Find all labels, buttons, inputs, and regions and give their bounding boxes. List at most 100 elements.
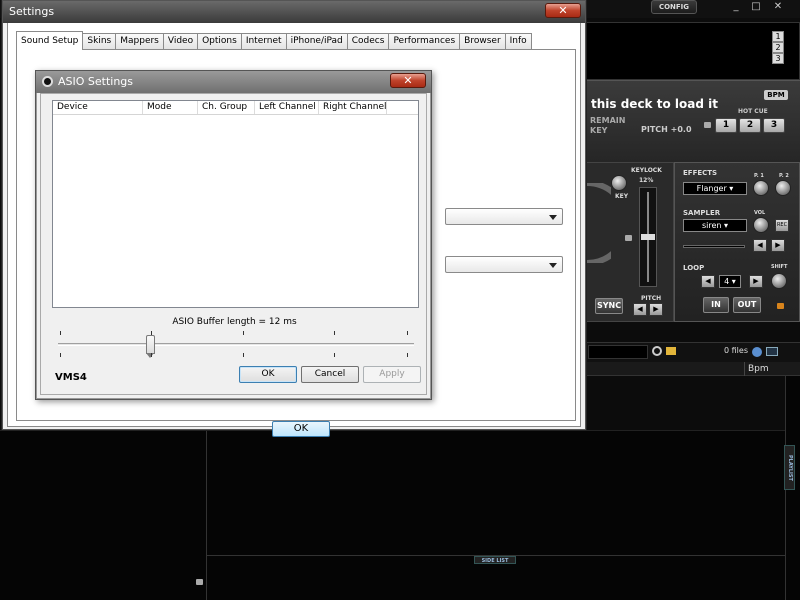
loop-in-button[interactable]: IN [703,297,729,313]
outputs-combo[interactable] [445,256,563,273]
deck-select-1[interactable]: 1 [772,31,784,42]
sampler-vol-knob[interactable] [753,217,769,233]
tab-video[interactable]: Video [162,33,199,50]
hot-cue-2-button[interactable]: 2 [739,118,761,133]
column-right-channel[interactable]: Right Channel [319,101,387,114]
buffer-slider-track[interactable] [58,343,414,346]
effect-select[interactable]: Flanger ▾ [683,182,747,195]
slider-tick [60,331,61,335]
loop-length-select[interactable]: 4 ▾ [719,275,741,288]
files-count: 0 files [724,346,748,355]
remain-key-label: REMAIN KEY [590,116,625,136]
slider-ticks-top [60,331,412,336]
pitch-slider[interactable] [639,187,657,287]
sampler-select-value: siren [701,221,722,230]
deck-select-3[interactable]: 3 [772,53,784,64]
hot-cue-3-button[interactable]: 3 [763,118,785,133]
track-list[interactable] [207,430,785,555]
buffer-slider-thumb[interactable] [146,335,156,358]
tab-skins[interactable]: Skins [82,33,117,50]
deck-select-2[interactable]: 2 [772,42,784,53]
effects-label: EFFECTS [683,169,718,177]
close-app-button[interactable]: ✕ [768,0,788,14]
maximize-button[interactable]: □ [746,0,766,14]
slider-tick [407,331,408,335]
tab-internet[interactable]: Internet [240,33,287,50]
column-mode[interactable]: Mode [143,101,198,114]
side-list-tab[interactable]: SIDE LIST [474,556,516,564]
pitch-down-button[interactable]: ◀ [633,303,647,316]
column-device[interactable]: Device [53,101,143,114]
keylock-label: KEYLOCK [631,167,662,174]
column-ch-group[interactable]: Ch. Group [198,101,255,114]
sync-button[interactable]: SYNC [595,298,623,314]
sampler-select[interactable]: siren ▾ [683,219,747,232]
sampler-label: SAMPLER [683,209,721,217]
key-label: KEY [590,126,608,135]
effect-p2-knob[interactable] [775,180,791,196]
pitch-slider-thumb[interactable] [641,234,655,240]
slider-tick [151,353,152,357]
tab-performances[interactable]: Performances [388,33,461,50]
pitch-mixer-panel: KEY KEYLOCK 12% SYNC PITCH ◀ ▶ [586,162,674,322]
loop-lock-icon [777,303,784,309]
loop-shift-knob[interactable] [771,273,787,289]
slider-ticks-bottom [60,353,412,358]
sound-card-combo[interactable] [445,208,563,225]
tab-info[interactable]: Info [504,33,532,50]
slider-tick [60,353,61,357]
sampler-prev-button[interactable]: ◀ [753,239,767,252]
slider-tick [334,353,335,357]
tab-iphone-ipad[interactable]: iPhone/iPad [285,33,348,50]
column-left-channel[interactable]: Left Channel [255,101,319,114]
pitch-readout: PITCH +0.0 [641,125,692,134]
folder-tree-panel[interactable] [0,430,207,600]
asio-ok-button[interactable]: OK [239,366,297,383]
search-icon[interactable] [652,346,662,356]
folder-icon[interactable] [666,347,676,355]
browser-search-input[interactable] [588,345,648,359]
asio-apply-button[interactable]: Apply [363,366,421,383]
effect-p1-knob[interactable] [753,180,769,196]
slider-tick [243,331,244,335]
effect-select-value: Flanger [696,184,727,193]
asio-title-bar[interactable]: ASIO Settings ✕ [36,71,431,93]
asio-settings-dialog: ASIO Settings ✕ Device Mode Ch. Group Le… [35,70,432,400]
jog-wheel-icon [587,183,611,263]
pitch-lock-icon [625,235,632,241]
folder-lock-icon [196,579,203,585]
settings-title: Settings [9,5,55,18]
settings-ok-button[interactable]: OK [272,421,330,437]
tab-options[interactable]: Options [197,33,242,50]
slider-tick [243,353,244,357]
key-knob-label: KEY [615,193,629,200]
eye-icon[interactable] [752,347,762,357]
asio-close-button[interactable]: ✕ [390,73,426,88]
monitor-icon[interactable] [766,347,778,356]
sampler-next-button[interactable]: ▶ [771,239,785,252]
pitch-up-button[interactable]: ▶ [649,303,663,316]
tab-sound-setup[interactable]: Sound Setup [16,31,84,50]
bpm-column-header[interactable]: Bpm [744,362,786,376]
key-knob[interactable] [611,175,627,191]
device-table[interactable]: Device Mode Ch. Group Left Channel Right… [52,100,419,308]
tab-browser[interactable]: Browser [459,33,506,50]
config-button[interactable]: CONFIG [651,0,697,14]
asio-cancel-button[interactable]: Cancel [301,366,359,383]
playlist-tab[interactable]: PLAYLIST [784,445,795,490]
deck-load-message: this deck to load it [591,97,718,111]
tab-mappers[interactable]: Mappers [115,33,164,50]
loop-double-button[interactable]: ▶ [749,275,763,288]
settings-title-bar[interactable]: Settings ✕ [3,1,585,23]
tab-codecs[interactable]: Codecs [346,33,390,50]
dj-waveform-panel [586,22,800,80]
pitch-bottom-label: PITCH [641,295,662,302]
slider-tick [334,331,335,335]
loop-half-button[interactable]: ◀ [701,275,715,288]
hot-cue-1-button[interactable]: 1 [715,118,737,133]
minimize-button[interactable]: _ [726,0,746,14]
loop-out-button[interactable]: OUT [733,297,761,313]
settings-close-button[interactable]: ✕ [545,3,581,18]
sampler-rec-button[interactable]: REC [775,219,789,232]
device-table-header: Device Mode Ch. Group Left Channel Right… [53,101,418,115]
